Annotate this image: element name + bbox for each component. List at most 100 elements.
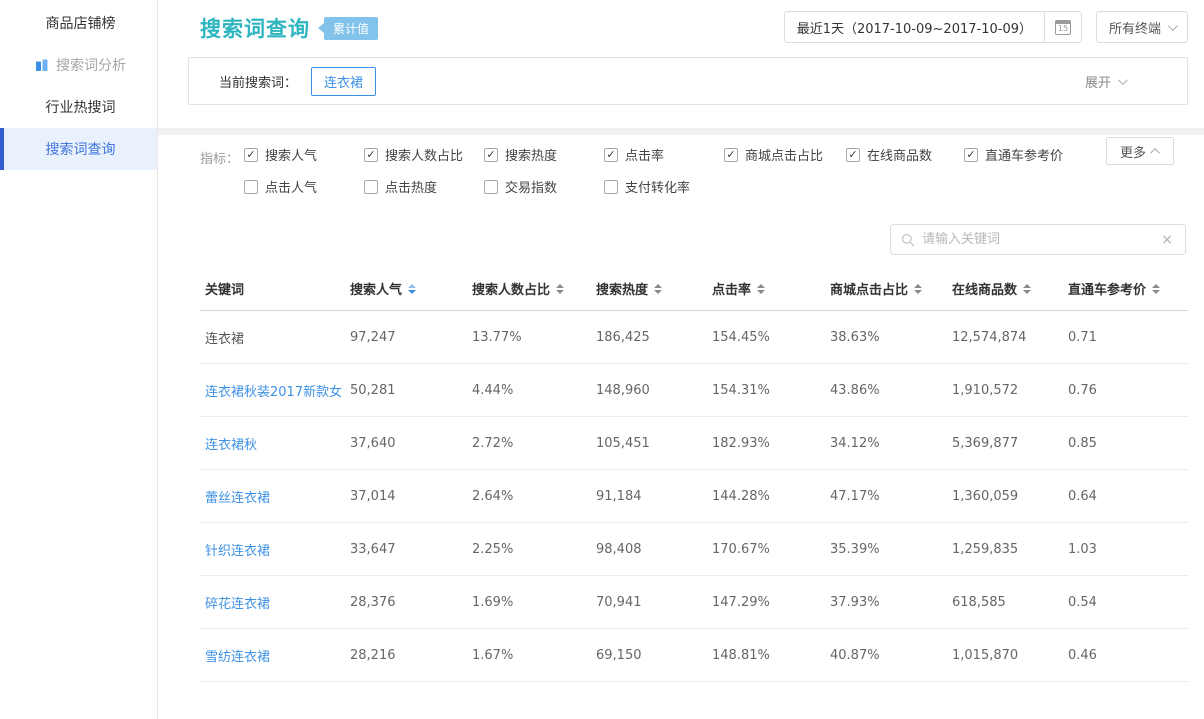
cell-search-user-ratio: 1.67% [472,648,596,663]
col-header-online-products[interactable]: 在线商品数 [952,279,1068,298]
col-header-mall-click-ratio[interactable]: 商城点击占比 [830,279,952,298]
cell-search-popularity: 97,247 [350,330,472,345]
col-header-search-popularity[interactable]: 搜索人气 [350,279,472,298]
checkbox-trade-index[interactable] [484,180,498,194]
cell-online-products: 1,360,059 [952,489,1068,504]
table-row: 雪纺连衣裙28,2161.67%69,150148.81%40.87%1,015… [200,629,1188,682]
checkbox-click-heat[interactable] [364,180,378,194]
sort-icon[interactable] [556,284,564,294]
sort-up-icon [757,284,765,288]
keyword-search-box: × [890,224,1186,255]
metric-online-products[interactable]: ✓ 在线商品数 [846,145,964,164]
sort-icon[interactable] [914,284,922,294]
cell-search-heat: 105,451 [596,436,712,451]
sort-icon[interactable] [1152,284,1160,294]
keyword-link[interactable]: 连衣裙秋装2017新款女 [205,385,342,400]
metric-label: 商城点击占比 [745,145,823,164]
analysis-icon [35,58,49,72]
col-header-label: 搜索人数占比 [472,279,550,298]
metric-label: 搜索热度 [505,145,557,164]
cell-online-products: 1,259,835 [952,542,1068,557]
sidebar-item-industry-hot-words[interactable]: 行业热搜词 [0,86,157,128]
cell-ztc-ref-price: 0.54 [1068,595,1188,610]
checkbox-click-rate[interactable]: ✓ [604,148,618,162]
metric-trade-index[interactable]: 交易指数 [484,177,604,196]
date-range-text[interactable]: 最近1天（2017-10-09~2017-10-09） [785,12,1045,42]
cell-search-popularity: 33,647 [350,542,472,557]
sort-down-icon [1152,290,1160,294]
terminal-select[interactable]: 所有终端 [1096,11,1188,43]
keyword-link[interactable]: 针织连衣裙 [205,544,270,559]
sidebar-item-search-word-query[interactable]: 搜索词查询 [0,128,157,170]
col-header-ztc-ref-price[interactable]: 直通车参考价 [1068,279,1188,298]
checkbox-search-popularity[interactable]: ✓ [244,148,258,162]
sort-icon[interactable] [408,284,416,294]
cell-click-rate: 144.28% [712,489,830,504]
expand-toggle[interactable]: 展开 [1085,72,1125,91]
search-input[interactable] [922,232,1159,247]
checkbox-search-user-ratio[interactable]: ✓ [364,148,378,162]
sort-icon[interactable] [757,284,765,294]
cell-mall-click-ratio: 43.86% [830,383,952,398]
keyword-link[interactable]: 连衣裙秋 [205,438,257,453]
cell-ztc-ref-price: 0.76 [1068,383,1188,398]
checkbox-search-heat[interactable]: ✓ [484,148,498,162]
checkbox-click-popularity[interactable] [244,180,258,194]
section-divider [158,128,1204,135]
sidebar-item-search-word-analysis[interactable]: 搜索词分析 [0,44,157,86]
cell-search-heat: 148,960 [596,383,712,398]
keyword-cell: 连衣裙秋 [200,434,350,453]
metric-label: 点击人气 [265,177,317,196]
metric-search-popularity[interactable]: ✓ 搜索人气 [244,145,364,164]
cell-search-user-ratio: 4.44% [472,383,596,398]
metric-click-rate[interactable]: ✓点击率 [604,145,724,164]
cell-search-heat: 186,425 [596,330,712,345]
col-header-click-rate[interactable]: 点击率 [712,279,830,298]
calendar-icon: 15 [1055,20,1071,35]
cell-online-products: 618,585 [952,595,1068,610]
cell-mall-click-ratio: 35.39% [830,542,952,557]
metric-search-heat[interactable]: ✓ 搜索热度 [484,145,604,164]
metrics-section: 指标： ✓搜索人气✓搜索人数占比✓搜索热度✓点击率✓商城点击占比✓在线商品数✓直… [200,135,1188,196]
metric-click-heat[interactable]: 点击热度 [364,177,484,196]
table-row: 连衣裙秋37,6402.72%105,451182.93%34.12%5,369… [200,417,1188,470]
current-word-tag[interactable]: 连衣裙 [311,67,376,96]
current-search-panel: 当前搜索词： 连衣裙 展开 [188,57,1188,105]
cell-click-rate: 170.67% [712,542,830,557]
sort-up-icon [408,284,416,288]
sidebar-item-goods-shop-rank[interactable]: 商品店铺榜 [0,2,157,44]
col-header-search-heat[interactable]: 搜索热度 [596,279,712,298]
metric-label: 搜索人气 [265,145,317,164]
more-button[interactable]: 更多 [1106,137,1174,165]
cell-search-user-ratio: 1.69% [472,595,596,610]
table-row: 针织连衣裙33,6472.25%98,408170.67%35.39%1,259… [200,523,1188,576]
checkbox-mall-click-ratio[interactable]: ✓ [724,148,738,162]
checkbox-online-products[interactable]: ✓ [846,148,860,162]
sort-icon[interactable] [654,284,662,294]
page-header: 搜索词查询 累计值 最近1天（2017-10-09~2017-10-09） 15… [188,0,1188,49]
sort-icon[interactable] [1023,284,1031,294]
col-header-label: 直通车参考价 [1068,279,1146,298]
cell-mall-click-ratio: 40.87% [830,648,952,663]
keyword-link[interactable]: 蕾丝连衣裙 [205,491,270,506]
metric-click-popularity[interactable]: 点击人气 [244,177,364,196]
checkbox-ztc-ref-price[interactable]: ✓ [964,148,978,162]
calendar-button[interactable]: 15 [1045,12,1081,42]
checkbox-pay-conversion[interactable] [604,180,618,194]
search-row: × [188,224,1188,255]
expand-label: 展开 [1085,72,1111,91]
date-range-picker[interactable]: 最近1天（2017-10-09~2017-10-09） 15 [784,11,1082,43]
sidebar-item-label: 商品店铺榜 [46,13,116,33]
col-header-search-user-ratio[interactable]: 搜索人数占比 [472,279,596,298]
keyword-link[interactable]: 碎花连衣裙 [205,597,270,612]
header-controls: 最近1天（2017-10-09~2017-10-09） 15 所有终端 [784,11,1188,43]
metric-search-user-ratio[interactable]: ✓搜索人数占比 [364,145,484,164]
clear-icon[interactable]: × [1159,232,1175,248]
metric-label: 在线商品数 [867,145,932,164]
metric-pay-conversion[interactable]: 支付转化率 [604,177,724,196]
metric-mall-click-ratio[interactable]: ✓ 商城点击占比 [724,145,846,164]
table-header-row: 关键词搜索人气搜索人数占比搜索热度点击率商城点击占比在线商品数直通车参考价 [200,279,1188,311]
cell-search-user-ratio: 13.77% [472,330,596,345]
keyword-link[interactable]: 雪纺连衣裙 [205,650,270,665]
cell-click-rate: 154.31% [712,383,830,398]
